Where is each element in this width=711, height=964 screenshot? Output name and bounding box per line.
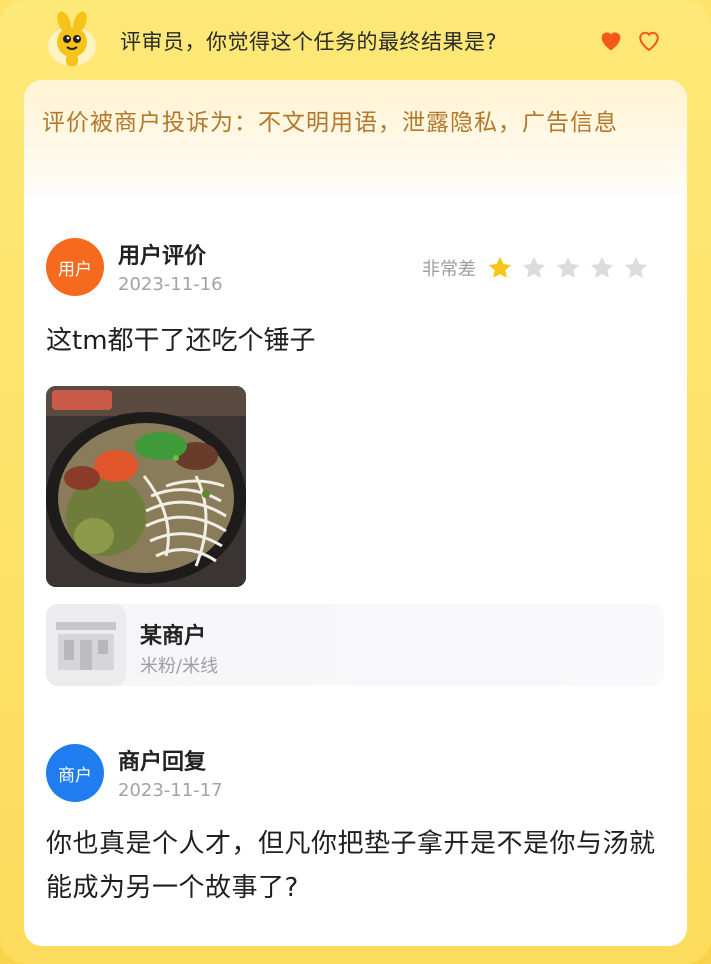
task-header: 评审员，你觉得这个任务的最终结果是? — [0, 0, 711, 80]
rating-stars — [486, 254, 650, 282]
star-empty-icon — [624, 256, 648, 278]
star-empty-icon — [522, 256, 546, 278]
storefront-icon — [46, 604, 126, 686]
reply-title: 商户回复 — [118, 750, 207, 775]
reply-text: 你也真是个人才，但凡你把垫子拿开是不是你与汤就能成为另一个故事了? — [46, 829, 656, 903]
mascot-icon — [48, 11, 96, 66]
reply-date: 2023-11-17 — [118, 780, 223, 801]
review-task-frame: 评审员，你觉得这个任务的最终结果是? 评价被商户投诉为：不文明用语，泄露隐私，广… — [0, 0, 711, 964]
heart-filled-icon[interactable] — [597, 26, 625, 54]
merchant-avatar: 商户 — [46, 744, 104, 802]
review-photo[interactable] — [46, 386, 246, 587]
shop-name: 某商户 — [140, 624, 207, 649]
vote-hearts — [597, 26, 663, 54]
rating-label: 非常差 — [422, 259, 476, 280]
star-filled-icon — [488, 256, 512, 278]
complaint-text: 评价被商户投诉为：不文明用语，泄露隐私，广告信息 — [42, 110, 618, 136]
review-date: 2023-11-16 — [118, 274, 223, 295]
review-title: 用户评价 — [118, 244, 207, 269]
noodle-bowl-photo — [46, 386, 246, 587]
review-card: 评价被商户投诉为：不文明用语，泄露隐私，广告信息 用户 用户评价 2023-11… — [24, 80, 687, 946]
shop-card[interactable]: 某商户 米粉/米线 — [46, 604, 664, 686]
complaint-banner: 评价被商户投诉为：不文明用语，泄露隐私，广告信息 — [24, 80, 687, 200]
review-text: 这tm都干了还吃个锤子 — [46, 326, 316, 356]
shop-category: 米粉/米线 — [140, 656, 219, 677]
task-question: 评审员，你觉得这个任务的最终结果是? — [120, 30, 498, 54]
star-empty-icon — [590, 256, 614, 278]
star-empty-icon — [556, 256, 580, 278]
heart-outline-icon[interactable] — [635, 26, 663, 54]
user-avatar: 用户 — [46, 238, 104, 296]
rating: 非常差 — [422, 254, 650, 282]
